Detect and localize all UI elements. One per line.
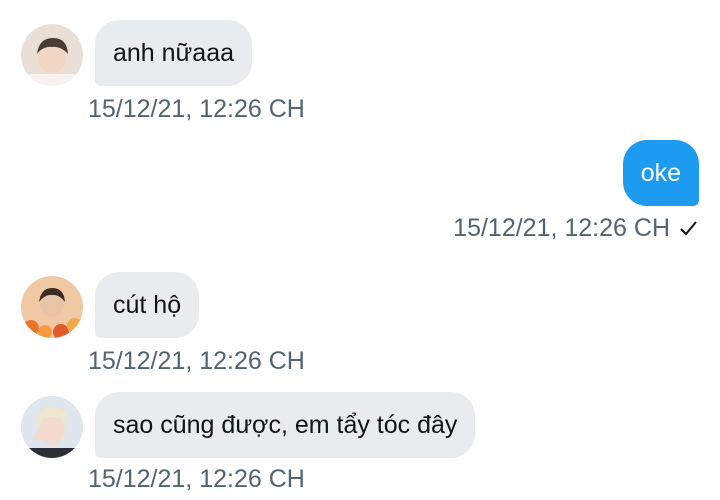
check-icon	[678, 218, 698, 238]
message-bubble[interactable]: oke	[622, 140, 699, 206]
message-text: oke	[640, 158, 681, 187]
avatar[interactable]	[21, 276, 83, 338]
avatar[interactable]	[21, 396, 83, 458]
message-timestamp: 15/12/21, 12:26 CH	[88, 465, 305, 493]
message-bubble[interactable]: cút hộ	[95, 272, 200, 338]
avatar[interactable]	[21, 24, 83, 86]
message-bubble[interactable]: anh nữaaa	[95, 20, 253, 86]
message-timestamp-row: 15/12/21, 12:26 CH	[453, 213, 698, 243]
message-text: cút hộ	[113, 290, 182, 319]
message-timestamp: 15/12/21, 12:26 CH	[88, 95, 305, 123]
message-text: anh nữaaa	[113, 38, 235, 67]
message-timestamp: 15/12/21, 12:26 CH	[88, 347, 305, 375]
message-timestamp: 15/12/21, 12:26 CH	[453, 214, 670, 242]
message-bubble[interactable]: sao cũng được, em tẩy tóc đây	[95, 392, 476, 458]
message-text: sao cũng được, em tẩy tóc đây	[113, 410, 458, 439]
